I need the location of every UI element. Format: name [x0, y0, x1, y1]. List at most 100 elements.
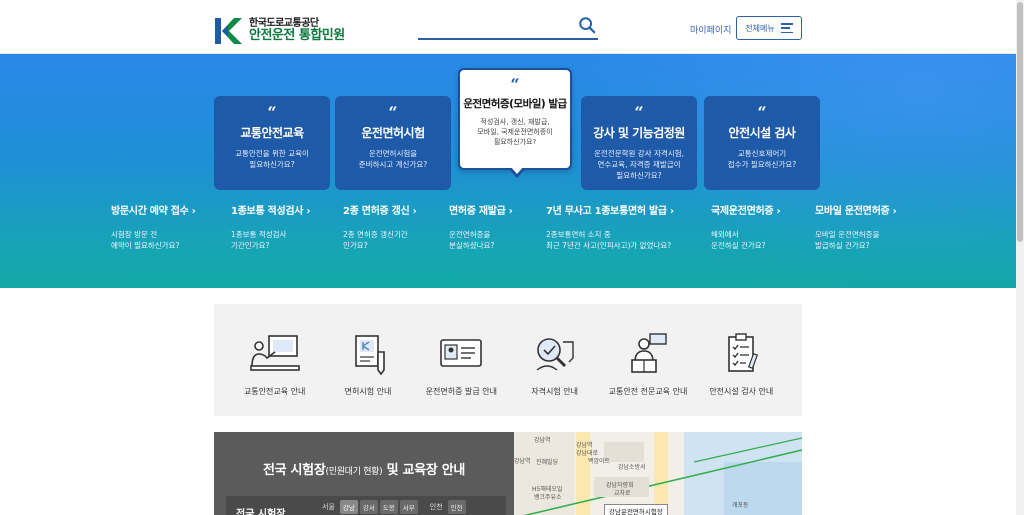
card-license-issuance[interactable]: “ 운전면허증(모바일) 발급 적성검사, 갱신, 재발급, 모바일, 국제운전면…: [458, 68, 572, 178]
koroad-logo-icon: [214, 16, 244, 46]
link-visit-reservation[interactable]: 방문시간 예약 접수 시험장 방문 전예약이 필요하신가요?: [111, 202, 196, 252]
map-label: 강남역: [534, 437, 551, 444]
quick-label: 교통안전 전문교육 안내: [608, 387, 688, 396]
link-title: 국제운전면허증: [711, 202, 780, 219]
page-scrollbar[interactable]: [1016, 0, 1024, 515]
map-label: 백암이트: [588, 458, 611, 465]
quote-icon: “: [267, 103, 277, 122]
link-desc: 2종보통면허 소지 중 최근 7년간 사고(인피사고)가 없었나요?: [546, 230, 672, 251]
region-name: 인천: [429, 503, 443, 511]
location-map[interactable]: 강남역 강남역 강남역 진혜빌딩 강남대로 백암이트 강남소방서 H5해태오일 …: [514, 432, 802, 515]
quick-label: 안전시설 검사 안내: [709, 387, 774, 396]
link-license-reissue[interactable]: 면허증 재발급 운전면허증을분실하셨나요?: [449, 202, 513, 252]
mypage-link[interactable]: 마이페이지: [690, 23, 731, 36]
link-title: 방문시간 예약 접수: [111, 202, 196, 219]
all-menu-button[interactable]: 전체메뉴: [736, 16, 802, 40]
quote-icon: “: [510, 75, 520, 94]
link-class1-aptitude-test[interactable]: 1종보통 적성검사 1종보통 적성검사기간인가요?: [231, 202, 310, 252]
checklist-icon: [728, 333, 759, 372]
link-desc: 모바일 운전면허증을 발급하실 건가요?: [815, 230, 880, 251]
quick-traffic-education[interactable]: 교통안전교육 안내: [229, 332, 321, 416]
search-icon[interactable]: [578, 16, 596, 34]
link-mobile-license[interactable]: 모바일 운전면허증 모바일 운전면허증을발급하실 건가요?: [815, 202, 896, 252]
link-desc: 시험장 방문 전 예약이 필요하신가요?: [111, 230, 180, 251]
quote-icon: “: [388, 103, 398, 122]
card-license-exam[interactable]: “ 운전면허시험 운전면허시험을 준비하시고 계신가요?: [335, 96, 451, 190]
link-class2-renewal[interactable]: 2종 면허증 갱신 2종 면허증 갱신기간인가요?: [343, 202, 416, 252]
card-desc: 교통신호제어기 접수가 필요하신가요?: [727, 149, 797, 169]
exam-centers-panel: 전국 시험장(민원대기 현황) 및 교육장 안내 전국 시험장 서울 강남 강서…: [214, 432, 514, 515]
map-label: 뱅크주유소: [534, 494, 562, 501]
exam-centers-tab-label: 전국 시험장: [236, 509, 286, 515]
link-title: 2종 면허증 갱신: [343, 202, 416, 219]
quick-label: 자격시험 안내: [531, 387, 578, 396]
map-label: 강남소방서: [618, 464, 646, 471]
quick-license-exam[interactable]: 면허시험 안내: [322, 332, 414, 416]
card-traffic-safety-education[interactable]: “ 교통안전교육 교통안전을 위한 교육이 필요하신가요?: [214, 96, 330, 190]
card-instructor-examiner[interactable]: “ 강사 및 기능검정원 운전전문학원 강사 자격시험, 연수교육, 자격증 재발…: [581, 96, 697, 190]
region-chip-gangnam[interactable]: 강남: [339, 500, 358, 514]
region-filters: 서울 강남 강서 도봉 서부 인천 인천: [322, 500, 466, 514]
link-title: 모바일 운전면허증: [815, 202, 896, 219]
map-marker-label[interactable]: 강남운전면허시험장: [604, 504, 668, 515]
quick-label: 교통안전교육 안내: [243, 387, 306, 396]
all-menu-label: 전체메뉴: [745, 23, 775, 33]
region-name: 서울: [322, 503, 335, 511]
map-label: 진혜빌딩: [536, 459, 559, 466]
card-title: 운전면허증(모바일) 발급: [463, 98, 567, 110]
quote-icon: “: [757, 103, 767, 122]
map-label: 교차로: [614, 490, 631, 497]
card-title: 강사 및 기능검정원: [593, 126, 685, 140]
region-chip-gangseo[interactable]: 강서: [359, 500, 378, 514]
card-title: 안전시설 검사: [728, 126, 796, 140]
hamburger-icon: [780, 23, 793, 33]
license-card-icon: [440, 339, 483, 367]
region-chip-seobu[interactable]: 서부: [399, 500, 418, 514]
link-desc: 1종보통 적성검사 기간인가요?: [231, 230, 287, 251]
hero-banner: “ 교통안전교육 교통안전을 위한 교육이 필요하신가요? “ 운전면허시험 운전…: [0, 54, 1016, 288]
link-title: 면허증 재발급: [449, 202, 513, 219]
logo-site-title: 안전운전 통합민원: [249, 28, 345, 44]
page: 한국도로교통공단 안전운전 통합민원 마이페이지 전체메뉴 “ 교통안전교육 교…: [0, 0, 1024, 515]
site-logo[interactable]: 한국도로교통공단 안전운전 통합민원: [214, 16, 345, 46]
quick-label: 면허시험 안내: [344, 387, 392, 396]
quick-label: 운전면허증 발급 안내: [425, 387, 497, 396]
map-graphic: [514, 432, 802, 515]
presentation-icon: [249, 335, 300, 371]
link-desc: 2종 면허증 갱신기간 인가요?: [343, 230, 408, 251]
region-seoul: 서울 강남 강서 도봉 서부: [322, 500, 418, 514]
quick-license-issuance[interactable]: 운전면허증 발급 안내: [415, 332, 507, 416]
quote-icon: “: [634, 103, 644, 122]
card-desc: 운전면허시험을 준비하시고 계신가요?: [358, 149, 428, 169]
map-label: 강남역: [514, 458, 531, 465]
link-international-license[interactable]: 국제운전면허증 해외에서운전하실 건가요?: [711, 202, 780, 252]
exam-document-icon: [355, 335, 385, 376]
scrollbar-thumb[interactable]: [1017, 2, 1023, 242]
quick-professional-education[interactable]: 교통안전 전문교육 안내: [602, 332, 694, 416]
card-safety-facility-inspection[interactable]: “ 안전시설 검사 교통신호제어기 접수가 필요하신가요?: [704, 96, 820, 190]
card-desc: 운전전문학원 강사 자격시험, 연수교육, 자격증 재발급이 필요하신가요?: [594, 149, 684, 180]
quick-qualification-exam[interactable]: 자격시험 안내: [509, 332, 601, 416]
exam-centers-tab: 전국 시험장 서울 강남 강서 도봉 서부 인천 인천: [226, 496, 506, 515]
region-chip-dobong[interactable]: 도봉: [379, 500, 398, 514]
magnifier-certificate-icon: [536, 338, 574, 371]
lecturer-icon: [631, 333, 667, 373]
link-desc: 해외에서 운전하실 건가요?: [711, 230, 766, 251]
site-header: 한국도로교통공단 안전운전 통합민원 마이페이지 전체메뉴: [0, 0, 1016, 54]
link-title: 7년 무사고 1종보통면허 발급: [546, 202, 674, 219]
card-title: 교통안전교육: [240, 126, 304, 140]
map-label: 개포동: [732, 502, 749, 509]
exam-centers-title: 전국 시험장(민원대기 현황) 및 교육장 안내: [262, 463, 466, 478]
card-title: 운전면허시험: [361, 126, 425, 140]
link-title: 1종보통 적성검사: [231, 202, 310, 219]
link-desc: 운전면허증을 분실하셨나요?: [449, 230, 495, 251]
region-chip-incheon[interactable]: 인천: [447, 500, 466, 514]
card-desc: 적성검사, 갱신, 재발급, 모바일, 국제운전면허증이 필요하신가요?: [477, 118, 553, 147]
card-desc: 교통안전을 위한 교육이 필요하신가요?: [235, 149, 309, 169]
card-pointer: [508, 166, 526, 178]
link-7year-accident-free[interactable]: 7년 무사고 1종보통면허 발급 2종보통면허 소지 중최근 7년간 사고(인피…: [546, 202, 674, 252]
quick-menu: 교통안전교육 안내 면허시험 안내 운전면허증 발급 안내 자격시험 안내 교통…: [214, 304, 802, 416]
quick-facility-inspection[interactable]: 안전시설 검사 안내: [695, 332, 787, 416]
region-incheon: 인천 인천: [430, 500, 466, 514]
search-input[interactable]: [418, 17, 568, 38]
